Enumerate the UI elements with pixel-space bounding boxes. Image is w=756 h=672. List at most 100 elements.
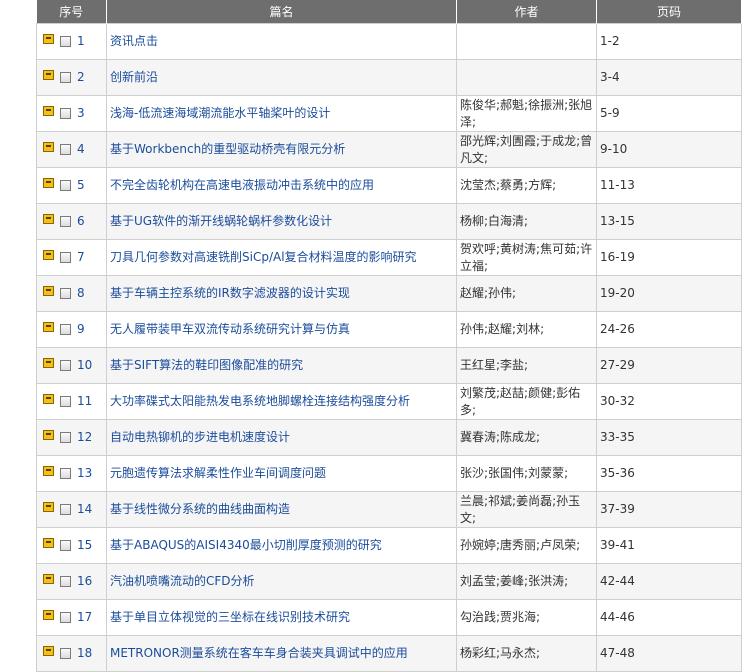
pages-cell: 3-4 [596, 59, 742, 96]
document-icon[interactable] [43, 645, 54, 656]
select-checkbox[interactable] [60, 468, 71, 479]
select-checkbox[interactable] [60, 288, 71, 299]
article-title-link[interactable]: 刀具几何参数对高速铣削SiCp/Al复合材料温度的影响研究 [110, 250, 417, 264]
title-cell: 基于车辆主控系统的IR数字滤波器的设计实现 [106, 275, 457, 312]
document-icon[interactable] [43, 501, 54, 512]
article-title-link[interactable]: 不完全齿轮机构在高速电液振动冲击系统中的应用 [110, 178, 374, 192]
select-checkbox[interactable] [60, 144, 71, 155]
select-checkbox[interactable] [60, 540, 71, 551]
title-cell: 基于单目立体视觉的三坐标在线识别技术研究 [106, 599, 457, 636]
pages-cell: 35-36 [596, 455, 742, 492]
title-cell: 不完全齿轮机构在高速电液振动冲击系统中的应用 [106, 167, 457, 204]
seq-cell: 16 [36, 563, 107, 600]
seq-cell: 5 [36, 167, 107, 204]
author-cell: 勾治践;贾兆海; [456, 599, 597, 636]
title-cell: 汽油机喷嘴流动的CFD分析 [106, 563, 457, 600]
document-icon[interactable] [43, 393, 54, 404]
table-header-row: 序号 篇名 作者 页码 [36, 0, 742, 24]
author-cell: 贺欢呼;黄树涛;焦可茹;许立福; [456, 239, 597, 276]
article-title-link[interactable]: 基于单目立体视觉的三坐标在线识别技术研究 [110, 610, 350, 624]
select-checkbox[interactable] [60, 72, 71, 83]
title-cell: 创新前沿 [106, 59, 457, 96]
document-icon[interactable] [43, 249, 54, 260]
document-icon[interactable] [43, 537, 54, 548]
article-title-link[interactable]: METRONOR测量系统在客车车身合装夹具调试中的应用 [110, 646, 408, 660]
seq-cell: 15 [36, 527, 107, 564]
document-icon[interactable] [43, 177, 54, 188]
document-icon[interactable] [43, 141, 54, 152]
title-cell: 基于SIFT算法的鞋印图像配准的研究 [106, 347, 457, 384]
row-number: 15 [77, 538, 93, 552]
author-cell: 杨彩红;马永杰; [456, 635, 597, 672]
article-title-link[interactable]: 基于ABAQUS的AISI4340最小切削厚度预测的研究 [110, 538, 382, 552]
document-icon[interactable] [43, 465, 54, 476]
row-number: 18 [77, 646, 93, 660]
article-title-link[interactable]: 大功率碟式太阳能热发电系统地脚螺栓连接结构强度分析 [110, 394, 410, 408]
seq-cell: 6 [36, 203, 107, 240]
article-title-link[interactable]: 基于UG软件的渐开线蜗轮蜗杆参数化设计 [110, 214, 332, 228]
document-icon[interactable] [43, 357, 54, 368]
select-checkbox[interactable] [60, 648, 71, 659]
select-checkbox[interactable] [60, 216, 71, 227]
article-title-link[interactable]: 资讯点击 [110, 34, 158, 48]
author-cell: 刘繁茂;赵喆;颜健;彭佑多; [456, 383, 597, 420]
select-checkbox[interactable] [60, 360, 71, 371]
document-icon[interactable] [43, 69, 54, 80]
table-row: 7 刀具几何参数对高速铣削SiCp/Al复合材料温度的影响研究 贺欢呼;黄树涛;焦可… [36, 239, 742, 276]
title-cell: 基于ABAQUS的AISI4340最小切削厚度预测的研究 [106, 527, 457, 564]
document-icon[interactable] [43, 429, 54, 440]
table-row: 3 浅海-低流速海域潮流能水平轴桨叶的设计 陈俊华;郝魁;徐振洲;张旭泽; 5-9 [36, 95, 742, 132]
row-number: 8 [77, 286, 85, 300]
article-title-link[interactable]: 基于车辆主控系统的IR数字滤波器的设计实现 [110, 286, 350, 300]
row-number: 14 [77, 502, 93, 516]
article-title-link[interactable]: 无人履带装甲车双流传动系统研究计算与仿真 [110, 322, 350, 336]
select-checkbox[interactable] [60, 252, 71, 263]
select-checkbox[interactable] [60, 576, 71, 587]
author-cell: 邵光辉;刘圊霞;于成龙;曾凡文; [456, 131, 597, 168]
table-row: 12 自动电热铆机的步进电机速度设计 冀春涛;陈成龙; 33-35 [36, 419, 742, 456]
select-checkbox[interactable] [60, 432, 71, 443]
document-icon[interactable] [43, 285, 54, 296]
select-checkbox[interactable] [60, 108, 71, 119]
table-row: 15 基于ABAQUS的AISI4340最小切削厚度预测的研究 孙婉婷;唐秀丽;卢凤… [36, 527, 742, 564]
author-cell: 陈俊华;郝魁;徐振洲;张旭泽; [456, 95, 597, 132]
article-title-link[interactable]: 基于线性微分系统的曲线曲面构造 [110, 502, 290, 516]
title-cell: 资讯点击 [106, 23, 457, 60]
document-icon[interactable] [43, 213, 54, 224]
author-cell: 赵耀;孙伟; [456, 275, 597, 312]
select-checkbox[interactable] [60, 504, 71, 515]
seq-cell: 18 [36, 635, 107, 672]
article-title-link[interactable]: 基于Workbench的重型驱动桥壳有限元分析 [110, 142, 345, 156]
article-title-link[interactable]: 自动电热铆机的步进电机速度设计 [110, 430, 290, 444]
document-icon[interactable] [43, 105, 54, 116]
pages-cell: 37-39 [596, 491, 742, 528]
row-number: 5 [77, 178, 85, 192]
document-icon[interactable] [43, 321, 54, 332]
seq-cell: 14 [36, 491, 107, 528]
article-title-link[interactable]: 元胞遗传算法求解柔性作业车间调度问题 [110, 466, 326, 480]
table-row: 5 不完全齿轮机构在高速电液振动冲击系统中的应用 沈莹杰;蔡勇;方辉; 11-13 [36, 167, 742, 204]
article-title-link[interactable]: 汽油机喷嘴流动的CFD分析 [110, 574, 255, 588]
document-icon[interactable] [43, 609, 54, 620]
document-icon[interactable] [43, 573, 54, 584]
article-title-link[interactable]: 基于SIFT算法的鞋印图像配准的研究 [110, 358, 303, 372]
select-checkbox[interactable] [60, 612, 71, 623]
article-title-link[interactable]: 浅海-低流速海域潮流能水平轴桨叶的设计 [110, 106, 330, 120]
pages-cell: 27-29 [596, 347, 742, 384]
table-row: 14 基于线性微分系统的曲线曲面构造 兰晨;祁斌;姜尚磊;孙玉文; 37-39 [36, 491, 742, 528]
table-row: 9 无人履带装甲车双流传动系统研究计算与仿真 孙伟;赵耀;刘林; 24-26 [36, 311, 742, 348]
select-checkbox[interactable] [60, 324, 71, 335]
seq-cell: 13 [36, 455, 107, 492]
select-checkbox[interactable] [60, 180, 71, 191]
pages-cell: 39-41 [596, 527, 742, 564]
article-title-link[interactable]: 创新前沿 [110, 70, 158, 84]
table-row: 10 基于SIFT算法的鞋印图像配准的研究 王红星;李盐; 27-29 [36, 347, 742, 384]
table-row: 11 大功率碟式太阳能热发电系统地脚螺栓连接结构强度分析 刘繁茂;赵喆;颜健;彭佑多… [36, 383, 742, 420]
document-icon[interactable] [43, 33, 54, 44]
select-checkbox[interactable] [60, 36, 71, 47]
header-pages: 页码 [596, 0, 742, 24]
row-number: 16 [77, 574, 93, 588]
row-number: 3 [77, 106, 85, 120]
pages-cell: 42-44 [596, 563, 742, 600]
select-checkbox[interactable] [60, 396, 71, 407]
